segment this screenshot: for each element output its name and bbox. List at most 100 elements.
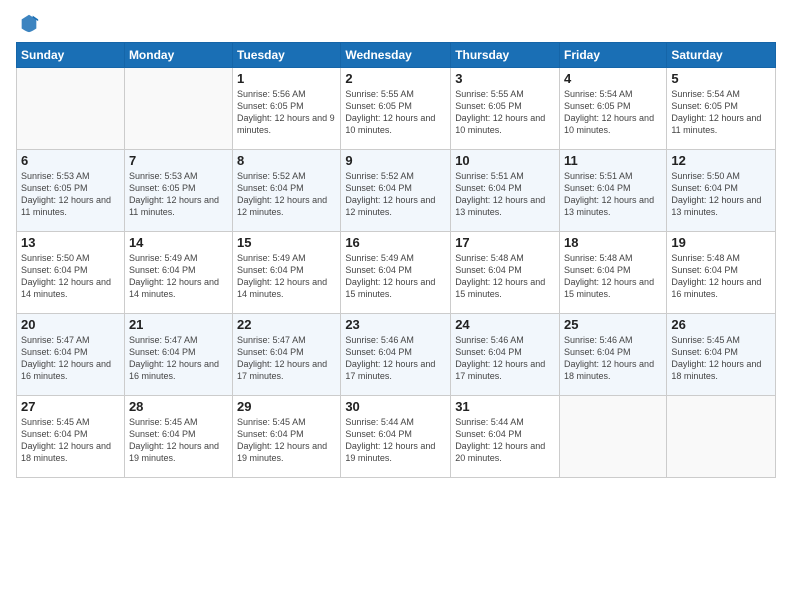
calendar-cell: 24 Sunrise: 5:46 AM Sunset: 6:04 PM Dayli… [451, 314, 560, 396]
day-number: 26 [671, 317, 771, 332]
col-header-saturday: Saturday [667, 43, 776, 68]
day-number: 6 [21, 153, 120, 168]
day-info: Sunrise: 5:45 AM Sunset: 6:04 PM Dayligh… [129, 416, 228, 465]
calendar-cell: 23 Sunrise: 5:46 AM Sunset: 6:04 PM Dayli… [341, 314, 451, 396]
day-number: 21 [129, 317, 228, 332]
day-number: 4 [564, 71, 662, 86]
calendar-cell: 20 Sunrise: 5:47 AM Sunset: 6:04 PM Dayli… [17, 314, 125, 396]
calendar-cell: 30 Sunrise: 5:44 AM Sunset: 6:04 PM Dayli… [341, 396, 451, 478]
day-number: 29 [237, 399, 336, 414]
calendar-cell: 17 Sunrise: 5:48 AM Sunset: 6:04 PM Dayli… [451, 232, 560, 314]
day-number: 27 [21, 399, 120, 414]
day-info: Sunrise: 5:49 AM Sunset: 6:04 PM Dayligh… [237, 252, 336, 301]
day-info: Sunrise: 5:48 AM Sunset: 6:04 PM Dayligh… [564, 252, 662, 301]
day-number: 10 [455, 153, 555, 168]
day-info: Sunrise: 5:44 AM Sunset: 6:04 PM Dayligh… [455, 416, 555, 465]
calendar-cell: 27 Sunrise: 5:45 AM Sunset: 6:04 PM Dayli… [17, 396, 125, 478]
calendar-cell: 2 Sunrise: 5:55 AM Sunset: 6:05 PM Daylig… [341, 68, 451, 150]
day-info: Sunrise: 5:49 AM Sunset: 6:04 PM Dayligh… [345, 252, 446, 301]
day-info: Sunrise: 5:56 AM Sunset: 6:05 PM Dayligh… [237, 88, 336, 137]
header [16, 12, 776, 34]
col-header-sunday: Sunday [17, 43, 125, 68]
day-info: Sunrise: 5:48 AM Sunset: 6:04 PM Dayligh… [455, 252, 555, 301]
day-info: Sunrise: 5:45 AM Sunset: 6:04 PM Dayligh… [21, 416, 120, 465]
calendar-cell: 28 Sunrise: 5:45 AM Sunset: 6:04 PM Dayli… [124, 396, 232, 478]
day-number: 5 [671, 71, 771, 86]
calendar-cell: 29 Sunrise: 5:45 AM Sunset: 6:04 PM Dayli… [233, 396, 341, 478]
day-number: 8 [237, 153, 336, 168]
calendar-cell [560, 396, 667, 478]
day-info: Sunrise: 5:49 AM Sunset: 6:04 PM Dayligh… [129, 252, 228, 301]
day-number: 28 [129, 399, 228, 414]
day-info: Sunrise: 5:46 AM Sunset: 6:04 PM Dayligh… [564, 334, 662, 383]
calendar-cell: 31 Sunrise: 5:44 AM Sunset: 6:04 PM Dayli… [451, 396, 560, 478]
day-number: 23 [345, 317, 446, 332]
day-number: 12 [671, 153, 771, 168]
calendar-cell: 6 Sunrise: 5:53 AM Sunset: 6:05 PM Daylig… [17, 150, 125, 232]
day-info: Sunrise: 5:55 AM Sunset: 6:05 PM Dayligh… [455, 88, 555, 137]
calendar-cell [17, 68, 125, 150]
day-info: Sunrise: 5:47 AM Sunset: 6:04 PM Dayligh… [21, 334, 120, 383]
calendar-cell: 21 Sunrise: 5:47 AM Sunset: 6:04 PM Dayli… [124, 314, 232, 396]
day-info: Sunrise: 5:47 AM Sunset: 6:04 PM Dayligh… [237, 334, 336, 383]
calendar-cell: 26 Sunrise: 5:45 AM Sunset: 6:04 PM Dayli… [667, 314, 776, 396]
calendar-cell: 13Sunrise: 5:50 AM Sunset: 6:04 PM Dayli… [17, 232, 125, 314]
calendar-cell: 9 Sunrise: 5:52 AM Sunset: 6:04 PM Daylig… [341, 150, 451, 232]
day-number: 22 [237, 317, 336, 332]
calendar-cell: 16Sunrise: 5:49 AM Sunset: 6:04 PM Dayli… [341, 232, 451, 314]
calendar-cell: 12 Sunrise: 5:50 AM Sunset: 6:04 PM Dayli… [667, 150, 776, 232]
day-number: 20 [21, 317, 120, 332]
day-number: 14 [129, 235, 228, 250]
day-info: Sunrise: 5:48 AM Sunset: 6:04 PM Dayligh… [671, 252, 771, 301]
day-info: Sunrise: 5:52 AM Sunset: 6:04 PM Dayligh… [237, 170, 336, 219]
day-number: 2 [345, 71, 446, 86]
calendar-cell: 5Sunrise: 5:54 AM Sunset: 6:05 PM Daylig… [667, 68, 776, 150]
day-number: 7 [129, 153, 228, 168]
day-info: Sunrise: 5:52 AM Sunset: 6:04 PM Dayligh… [345, 170, 446, 219]
day-info: Sunrise: 5:55 AM Sunset: 6:05 PM Dayligh… [345, 88, 446, 137]
calendar-cell: 4 Sunrise: 5:54 AM Sunset: 6:05 PM Daylig… [560, 68, 667, 150]
day-number: 25 [564, 317, 662, 332]
calendar-cell: 10 Sunrise: 5:51 AM Sunset: 6:04 PM Dayli… [451, 150, 560, 232]
day-number: 9 [345, 153, 446, 168]
calendar-cell: 15Sunrise: 5:49 AM Sunset: 6:04 PM Dayli… [233, 232, 341, 314]
day-info: Sunrise: 5:45 AM Sunset: 6:04 PM Dayligh… [671, 334, 771, 383]
day-info: Sunrise: 5:54 AM Sunset: 6:05 PM Dayligh… [564, 88, 662, 137]
calendar-cell [667, 396, 776, 478]
calendar: SundayMondayTuesdayWednesdayThursdayFrid… [16, 42, 776, 478]
day-info: Sunrise: 5:45 AM Sunset: 6:04 PM Dayligh… [237, 416, 336, 465]
logo [16, 12, 40, 34]
day-number: 30 [345, 399, 446, 414]
calendar-cell: 25 Sunrise: 5:46 AM Sunset: 6:04 PM Dayli… [560, 314, 667, 396]
day-number: 19 [671, 235, 771, 250]
day-info: Sunrise: 5:53 AM Sunset: 6:05 PM Dayligh… [21, 170, 120, 219]
col-header-monday: Monday [124, 43, 232, 68]
day-info: Sunrise: 5:46 AM Sunset: 6:04 PM Dayligh… [455, 334, 555, 383]
calendar-cell: 8 Sunrise: 5:52 AM Sunset: 6:04 PM Daylig… [233, 150, 341, 232]
calendar-cell: 19 Sunrise: 5:48 AM Sunset: 6:04 PM Dayli… [667, 232, 776, 314]
day-info: Sunrise: 5:51 AM Sunset: 6:04 PM Dayligh… [455, 170, 555, 219]
day-info: Sunrise: 5:50 AM Sunset: 6:04 PM Dayligh… [671, 170, 771, 219]
col-header-friday: Friday [560, 43, 667, 68]
day-info: Sunrise: 5:47 AM Sunset: 6:04 PM Dayligh… [129, 334, 228, 383]
calendar-cell: 11Sunrise: 5:51 AM Sunset: 6:04 PM Dayli… [560, 150, 667, 232]
logo-icon [18, 12, 40, 34]
day-number: 31 [455, 399, 555, 414]
col-header-thursday: Thursday [451, 43, 560, 68]
page: SundayMondayTuesdayWednesdayThursdayFrid… [0, 0, 792, 612]
calendar-cell [124, 68, 232, 150]
day-info: Sunrise: 5:53 AM Sunset: 6:05 PM Dayligh… [129, 170, 228, 219]
day-info: Sunrise: 5:44 AM Sunset: 6:04 PM Dayligh… [345, 416, 446, 465]
day-number: 1 [237, 71, 336, 86]
day-info: Sunrise: 5:46 AM Sunset: 6:04 PM Dayligh… [345, 334, 446, 383]
col-header-wednesday: Wednesday [341, 43, 451, 68]
calendar-cell: 1 Sunrise: 5:56 AM Sunset: 6:05 PM Daylig… [233, 68, 341, 150]
day-number: 24 [455, 317, 555, 332]
day-number: 13 [21, 235, 120, 250]
day-number: 18 [564, 235, 662, 250]
col-header-tuesday: Tuesday [233, 43, 341, 68]
calendar-cell: 7 Sunrise: 5:53 AM Sunset: 6:05 PM Daylig… [124, 150, 232, 232]
day-number: 3 [455, 71, 555, 86]
day-number: 17 [455, 235, 555, 250]
calendar-cell: 14 Sunrise: 5:49 AM Sunset: 6:04 PM Dayli… [124, 232, 232, 314]
